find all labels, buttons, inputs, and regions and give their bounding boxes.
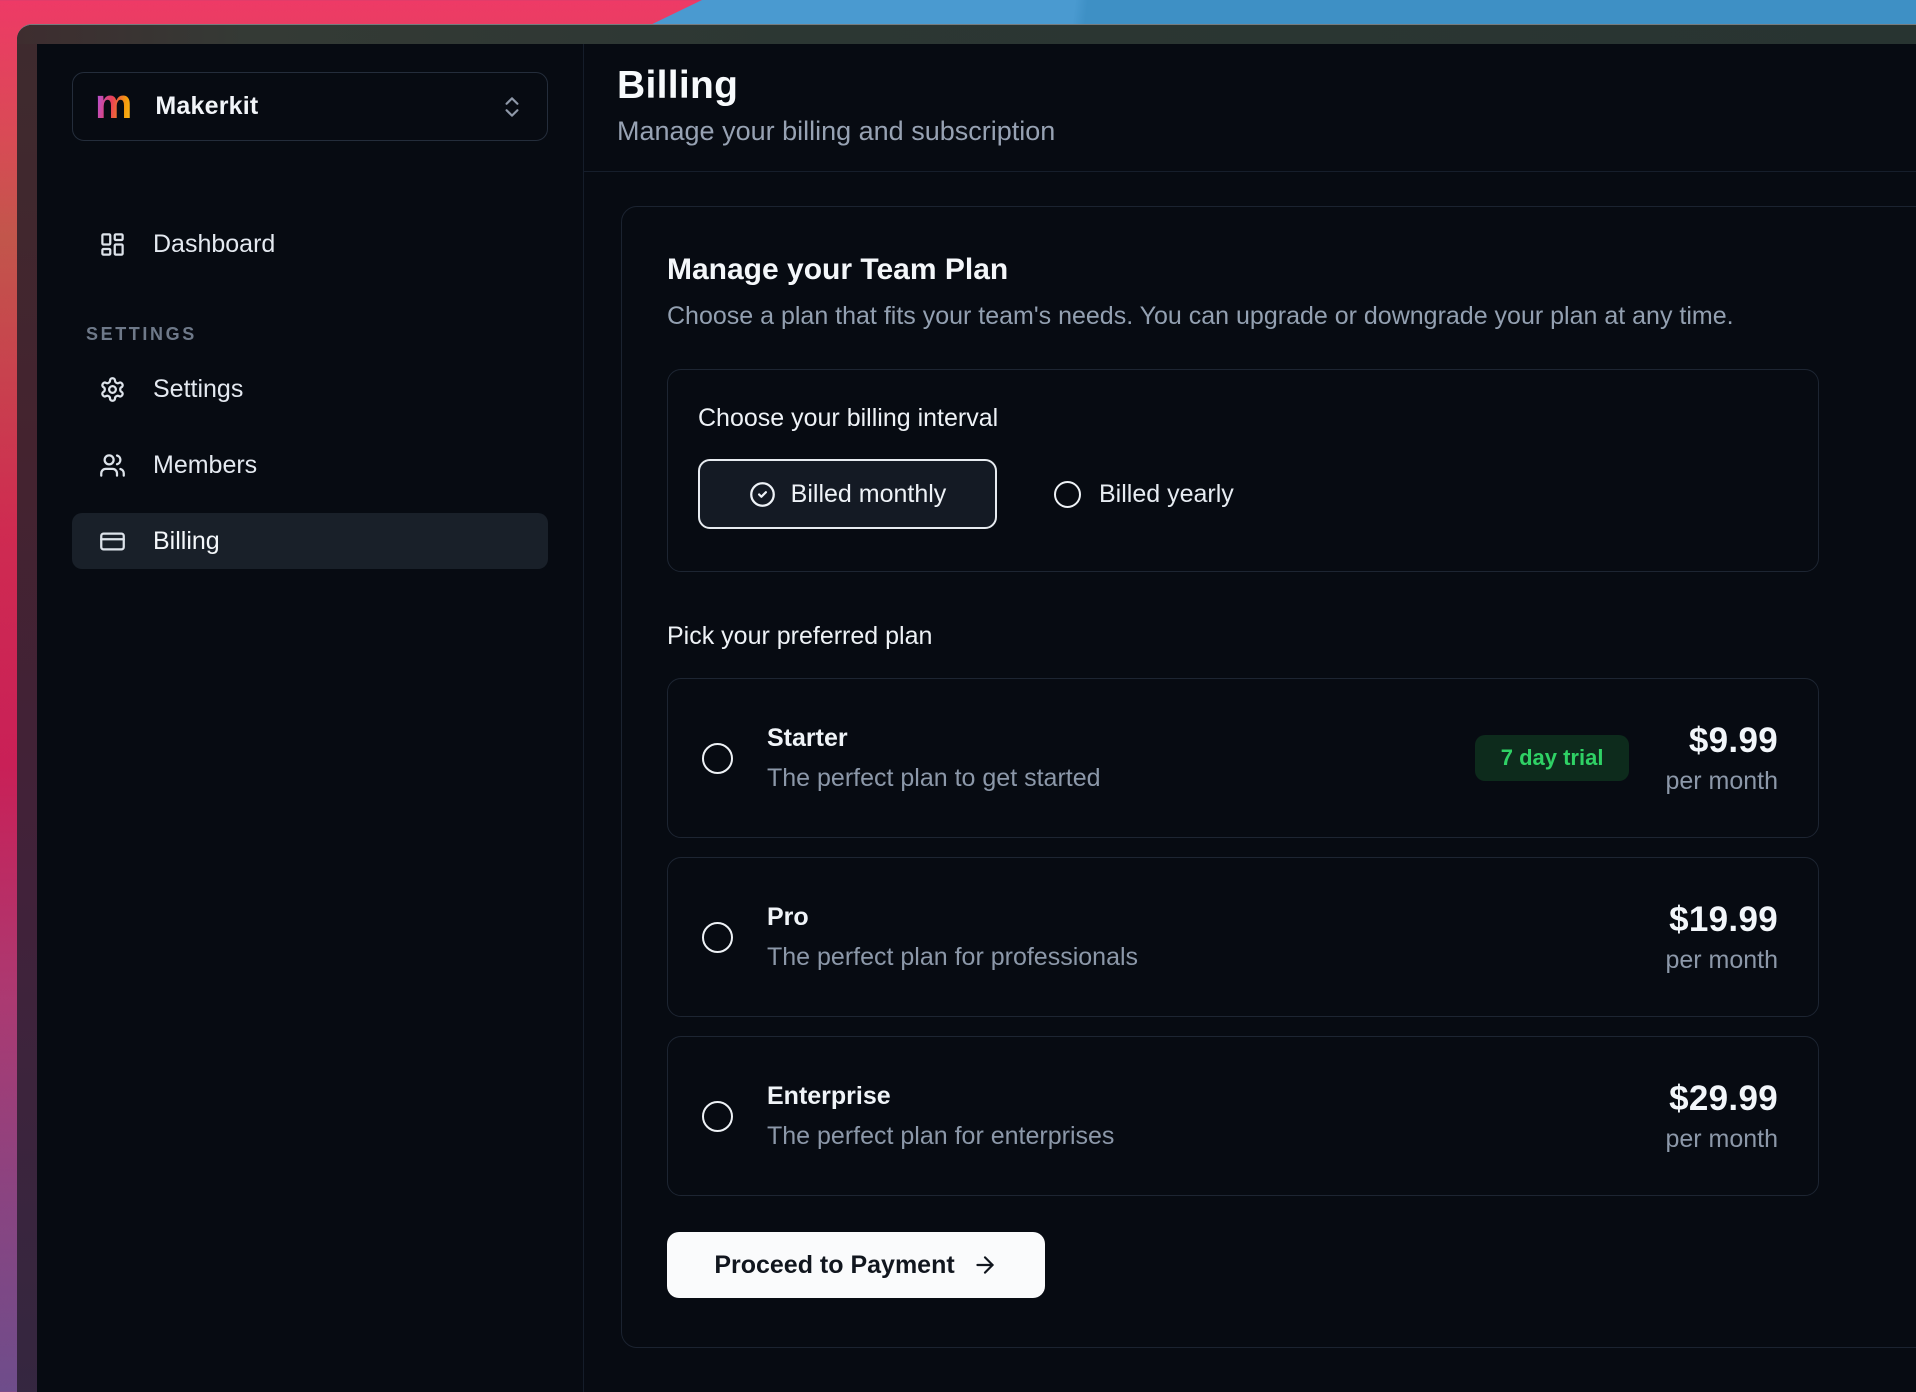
sidebar-item-label: Members (153, 451, 257, 480)
app-root: m Makerkit Dashboard SETTINGS (37, 44, 1916, 1392)
plan-picker-label: Pick your preferred plan (667, 622, 1916, 651)
sidebar-item-billing[interactable]: Billing (72, 513, 548, 569)
plan-pricing: $29.99 per month (1665, 1079, 1778, 1154)
plan-price-block: $9.99 per month (1665, 721, 1778, 796)
workspace-selector[interactable]: m Makerkit (72, 72, 548, 141)
main-content: Billing Manage your billing and subscrip… (584, 44, 1916, 1392)
chevrons-up-down-icon (499, 94, 525, 120)
arrow-right-icon (972, 1252, 998, 1278)
page-title: Billing (617, 64, 1916, 108)
sidebar-item-label: Settings (153, 375, 243, 404)
makerkit-logo: m (95, 83, 132, 125)
billed-monthly-option[interactable]: Billed monthly (698, 459, 997, 529)
window-titlebar (17, 25, 1916, 44)
plan-price: $19.99 (1665, 900, 1778, 940)
plan-period: per month (1665, 946, 1778, 975)
trial-badge: 7 day trial (1475, 735, 1630, 781)
sidebar-nav: Dashboard SETTINGS Settings Membe (72, 216, 548, 569)
proceed-to-payment-label: Proceed to Payment (714, 1251, 954, 1280)
plan-info: Enterprise The perfect plan for enterpri… (767, 1082, 1114, 1151)
page-header: Billing Manage your billing and subscrip… (584, 44, 1916, 172)
plan-price-block: $19.99 per month (1665, 900, 1778, 975)
workspace-name: Makerkit (155, 92, 258, 121)
sidebar-item-label: Billing (153, 527, 220, 556)
sidebar-item-dashboard[interactable]: Dashboard (72, 216, 548, 272)
plan-name: Starter (767, 724, 1101, 753)
plan-row-enterprise[interactable]: Enterprise The perfect plan for enterpri… (667, 1036, 1819, 1196)
sidebar-item-label: Dashboard (153, 230, 275, 259)
plan-info: Pro The perfect plan for professionals (767, 903, 1138, 972)
plan-list: Starter The perfect plan to get started … (667, 678, 1819, 1196)
sidebar-section-label: SETTINGS (72, 324, 548, 345)
radio-icon[interactable] (702, 1101, 733, 1132)
sidebar-item-settings[interactable]: Settings (72, 361, 548, 417)
window-frame-left (17, 25, 37, 1392)
billing-content: Manage your Team Plan Choose a plan that… (584, 172, 1916, 1348)
dashboard-icon (99, 231, 126, 258)
team-plan-card: Manage your Team Plan Choose a plan that… (621, 206, 1916, 1348)
sidebar-item-members[interactable]: Members (72, 437, 548, 493)
plan-description: The perfect plan to get started (767, 764, 1101, 793)
plan-price-block: $29.99 per month (1665, 1079, 1778, 1154)
team-plan-description: Choose a plan that fits your team's need… (667, 302, 1916, 331)
page-subtitle: Manage your billing and subscription (617, 116, 1916, 147)
plan-row-starter[interactable]: Starter The perfect plan to get started … (667, 678, 1819, 838)
plan-description: The perfect plan for enterprises (767, 1122, 1114, 1151)
app-window: m Makerkit Dashboard SETTINGS (17, 24, 1916, 1392)
plan-price: $29.99 (1665, 1079, 1778, 1119)
billing-interval-card: Choose your billing interval Billed mont… (667, 369, 1819, 572)
plan-price: $9.99 (1665, 721, 1778, 761)
plan-name: Pro (767, 903, 1138, 932)
billed-yearly-option[interactable]: Billed yearly (1054, 480, 1234, 509)
plan-row-pro[interactable]: Pro The perfect plan for professionals $… (667, 857, 1819, 1017)
radio-icon (1054, 481, 1081, 508)
billed-monthly-label: Billed monthly (791, 480, 947, 509)
proceed-to-payment-button[interactable]: Proceed to Payment (667, 1232, 1045, 1298)
users-icon (99, 452, 126, 479)
radio-icon[interactable] (702, 743, 733, 774)
plan-period: per month (1665, 767, 1778, 796)
billing-interval-options: Billed monthly Billed yearly (698, 459, 1788, 529)
sidebar-settings-group: Settings Members Billing (72, 361, 548, 569)
billed-yearly-label: Billed yearly (1099, 480, 1234, 509)
sidebar: m Makerkit Dashboard SETTINGS (37, 44, 584, 1392)
radio-icon[interactable] (702, 922, 733, 953)
credit-card-icon (99, 528, 126, 555)
plan-pricing: 7 day trial $9.99 per month (1475, 721, 1778, 796)
circle-check-icon (749, 481, 776, 508)
plan-period: per month (1665, 1125, 1778, 1154)
plan-name: Enterprise (767, 1082, 1114, 1111)
billing-interval-label: Choose your billing interval (698, 404, 1788, 433)
plan-pricing: $19.99 per month (1665, 900, 1778, 975)
gear-icon (99, 376, 126, 403)
team-plan-title: Manage your Team Plan (667, 253, 1916, 287)
plan-info: Starter The perfect plan to get started (767, 724, 1101, 793)
plan-description: The perfect plan for professionals (767, 943, 1138, 972)
